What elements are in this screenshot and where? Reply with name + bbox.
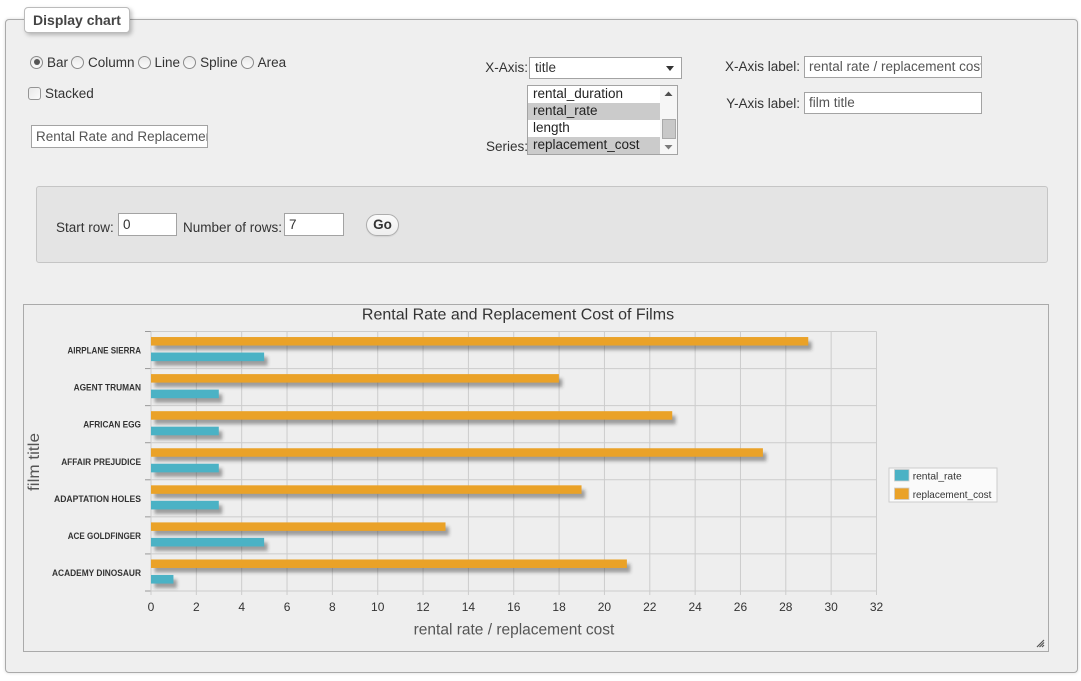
svg-text:film title: film title xyxy=(26,433,43,491)
svg-text:2: 2 xyxy=(193,600,200,614)
svg-text:32: 32 xyxy=(870,600,884,614)
svg-text:rental_rate: rental_rate xyxy=(913,471,962,483)
svg-text:30: 30 xyxy=(824,600,838,614)
svg-text:replacement_cost: replacement_cost xyxy=(913,489,992,501)
svg-text:6: 6 xyxy=(284,600,291,614)
svg-text:AGENT TRUMAN: AGENT TRUMAN xyxy=(74,383,142,393)
svg-text:AFFAIR PREJUDICE: AFFAIR PREJUDICE xyxy=(61,457,141,467)
svg-text:0: 0 xyxy=(148,600,155,614)
svg-text:22: 22 xyxy=(643,600,657,614)
svg-text:28: 28 xyxy=(779,600,793,614)
svg-text:ADAPTATION HOLES: ADAPTATION HOLES xyxy=(54,494,141,504)
svg-text:ACE GOLDFINGER: ACE GOLDFINGER xyxy=(68,531,142,541)
svg-text:8: 8 xyxy=(329,600,336,614)
svg-text:4: 4 xyxy=(238,600,245,614)
svg-text:AIRPLANE SIERRA: AIRPLANE SIERRA xyxy=(68,346,142,356)
svg-text:Rental Rate and Replacement Co: Rental Rate and Replacement Cost of Film… xyxy=(362,307,674,324)
svg-text:12: 12 xyxy=(416,600,430,614)
svg-text:14: 14 xyxy=(462,600,476,614)
svg-text:10: 10 xyxy=(371,600,385,614)
svg-text:AFRICAN EGG: AFRICAN EGG xyxy=(83,420,141,430)
svg-text:ACADEMY DINOSAUR: ACADEMY DINOSAUR xyxy=(52,568,141,578)
svg-text:20: 20 xyxy=(598,600,612,614)
svg-text:26: 26 xyxy=(734,600,748,614)
svg-text:24: 24 xyxy=(688,600,702,614)
svg-text:rental rate / replacement cost: rental rate / replacement cost xyxy=(414,622,615,639)
svg-text:16: 16 xyxy=(507,600,521,614)
svg-text:18: 18 xyxy=(552,600,566,614)
